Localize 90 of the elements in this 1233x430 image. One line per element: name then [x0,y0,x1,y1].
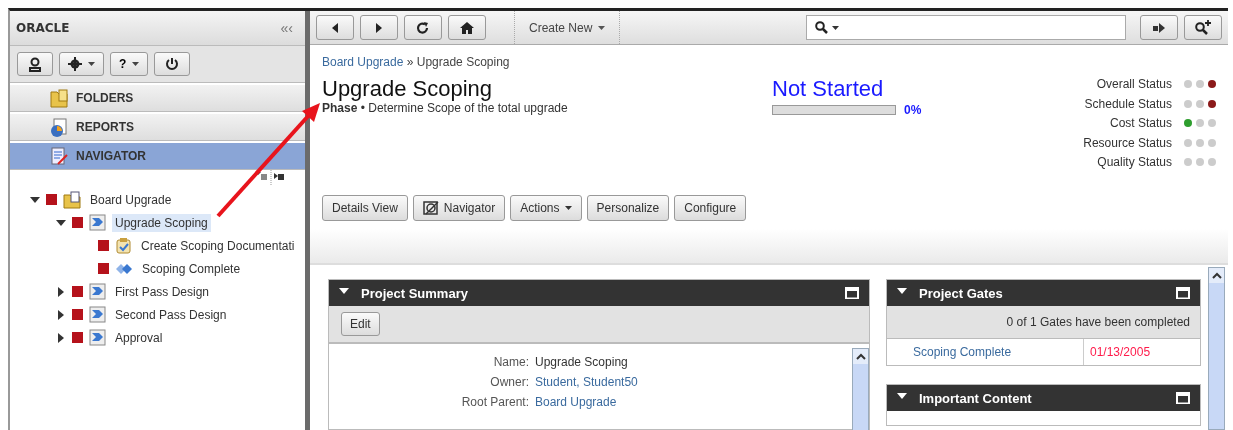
status-label: Cost Status [1109,116,1172,131]
breadcrumb-separator: » [406,55,414,69]
breadcrumb-link[interactable]: Board Upgrade [322,55,404,69]
navigator-icon [422,200,439,216]
action-button[interactable]: Navigator [412,195,506,221]
collapse-button[interactable]: «‹ [274,19,299,37]
tree-item[interactable]: First Pass Design [112,282,213,301]
breadcrumb-current: Upgrade Scoping [416,55,510,69]
field-label: Root Parent: [460,395,529,409]
search-field[interactable] [806,15,1126,40]
home-button[interactable] [448,15,486,40]
advanced-search-button[interactable] [1184,15,1222,40]
collapsed-triangle-icon[interactable] [58,309,64,320]
portlet-title: Project Gates [919,285,1004,301]
page-subtitle: Phase • Determine Scope of the total upgrade [322,101,569,115]
refresh-button[interactable] [404,15,442,40]
tree-item[interactable]: Board Upgrade [87,190,175,209]
tree-item[interactable]: Upgrade Scoping [112,213,211,232]
expand-collapse-icon [255,170,285,186]
field-label: Owner: [489,375,529,389]
status-text: Not Started [772,77,885,101]
caret-icon [832,25,840,30]
status-label: Resource Status [1083,135,1172,150]
portlet-title: Project Summary [361,285,469,301]
expanded-triangle-icon[interactable] [30,196,40,203]
field-label: Name: [492,355,529,369]
power-icon [165,57,180,71]
gate-date: 01/13/2005 [1089,345,1152,359]
phase-icon [89,283,106,300]
page-title: Upgrade Scoping [322,77,493,101]
report-icon [50,117,68,137]
navigator-icon [50,146,68,166]
status-label: Quality Status [1097,155,1172,170]
clipboard-icon [115,237,132,254]
user-icon [28,56,42,72]
portlet-title: Important Content [919,390,1033,406]
help-button[interactable]: ? [110,52,149,76]
caret-icon [132,62,140,66]
folder-icon [63,190,81,209]
accordion-label: REPORTS [76,120,134,134]
collapsed-triangle-icon[interactable] [58,286,64,297]
caret-icon [88,62,95,66]
maximize-icon[interactable] [845,287,859,299]
settings-button[interactable] [59,52,104,76]
scrollbar[interactable] [1208,267,1225,430]
go-button[interactable] [1140,15,1178,40]
status-label: Schedule Status [1084,96,1172,111]
home-icon [460,20,474,35]
edit-button[interactable]: Edit [341,312,380,336]
advanced-search-icon [1195,20,1211,35]
refresh-icon [416,20,430,35]
caret-icon [598,25,606,30]
status-label: Overall Status [1096,77,1172,92]
action-button[interactable]: Details View [322,195,408,221]
expanded-triangle-icon[interactable] [56,219,66,226]
progress-reading: 0% [904,103,922,117]
logo: ORACLE [16,21,70,35]
go-arrow-icon [1153,21,1165,34]
gate-link[interactable]: Scoping Complete [887,339,1084,365]
gates-summary: 0 of 1 Gates have been completed [887,306,1200,339]
maximize-icon[interactable] [1176,392,1190,404]
action-button[interactable]: Configure [674,195,747,221]
accordion-label: NAVIGATOR [76,149,146,163]
power-button[interactable] [154,52,191,76]
field-link[interactable]: Student, Student50 [535,375,638,389]
caret-icon [564,206,572,210]
create-new-menu[interactable]: Create New [514,11,621,44]
phase-icon [89,214,106,231]
action-button[interactable]: Personalize [586,195,670,221]
forward-button[interactable] [360,15,398,40]
tree-item[interactable]: Create Scoping Documentati [138,236,298,255]
maximize-icon[interactable] [1176,287,1190,299]
phase-icon [89,306,106,323]
collapsed-triangle-icon[interactable] [58,332,64,343]
phase-icon [89,329,106,346]
back-button[interactable] [316,15,354,40]
tree-item[interactable]: Approval [112,328,166,347]
accordion-label: FOLDERS [76,91,134,105]
search-icon [815,21,829,34]
accordion-header[interactable]: REPORTS [10,114,305,141]
field-value: Upgrade Scoping [535,355,628,369]
tree-item[interactable]: Scoping Complete [139,259,244,278]
user-button[interactable] [17,52,53,76]
scrollbar[interactable] [852,348,869,430]
folder-icon [50,88,68,108]
field-link[interactable]: Board Upgrade [535,395,617,409]
accordion-header[interactable]: NAVIGATOR [10,143,305,170]
action-button[interactable]: Actions [510,195,582,221]
accordion-header[interactable]: FOLDERS [10,85,305,112]
tree-item[interactable]: Second Pass Design [112,305,230,324]
